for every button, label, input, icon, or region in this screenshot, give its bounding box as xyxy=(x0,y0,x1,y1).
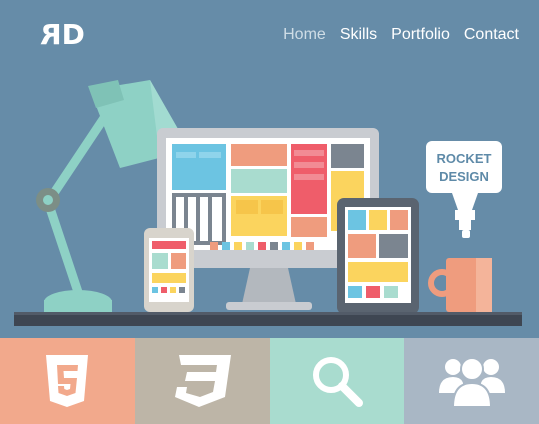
sign-text-line1: ROCKET xyxy=(437,151,492,166)
tablet xyxy=(337,198,419,314)
workspace-illustration: ROCKET DESIGN xyxy=(14,80,522,326)
phone xyxy=(144,228,194,312)
sign-text-line2: DESIGN xyxy=(439,169,489,184)
css3-icon xyxy=(175,355,232,407)
tile-html5[interactable] xyxy=(0,338,135,424)
rocket-sign: ROCKET DESIGN xyxy=(426,141,502,238)
tile-search[interactable] xyxy=(269,338,405,424)
users-icon xyxy=(438,357,505,407)
skills-tiles xyxy=(0,338,539,424)
html5-icon xyxy=(46,355,89,407)
hero-banner: RD Home Skills Portfolio Contact ROCKET … xyxy=(0,0,539,338)
search-icon xyxy=(312,357,363,407)
tile-users[interactable] xyxy=(404,338,539,424)
tile-css3[interactable] xyxy=(134,338,270,424)
coffee-mug xyxy=(428,258,492,312)
